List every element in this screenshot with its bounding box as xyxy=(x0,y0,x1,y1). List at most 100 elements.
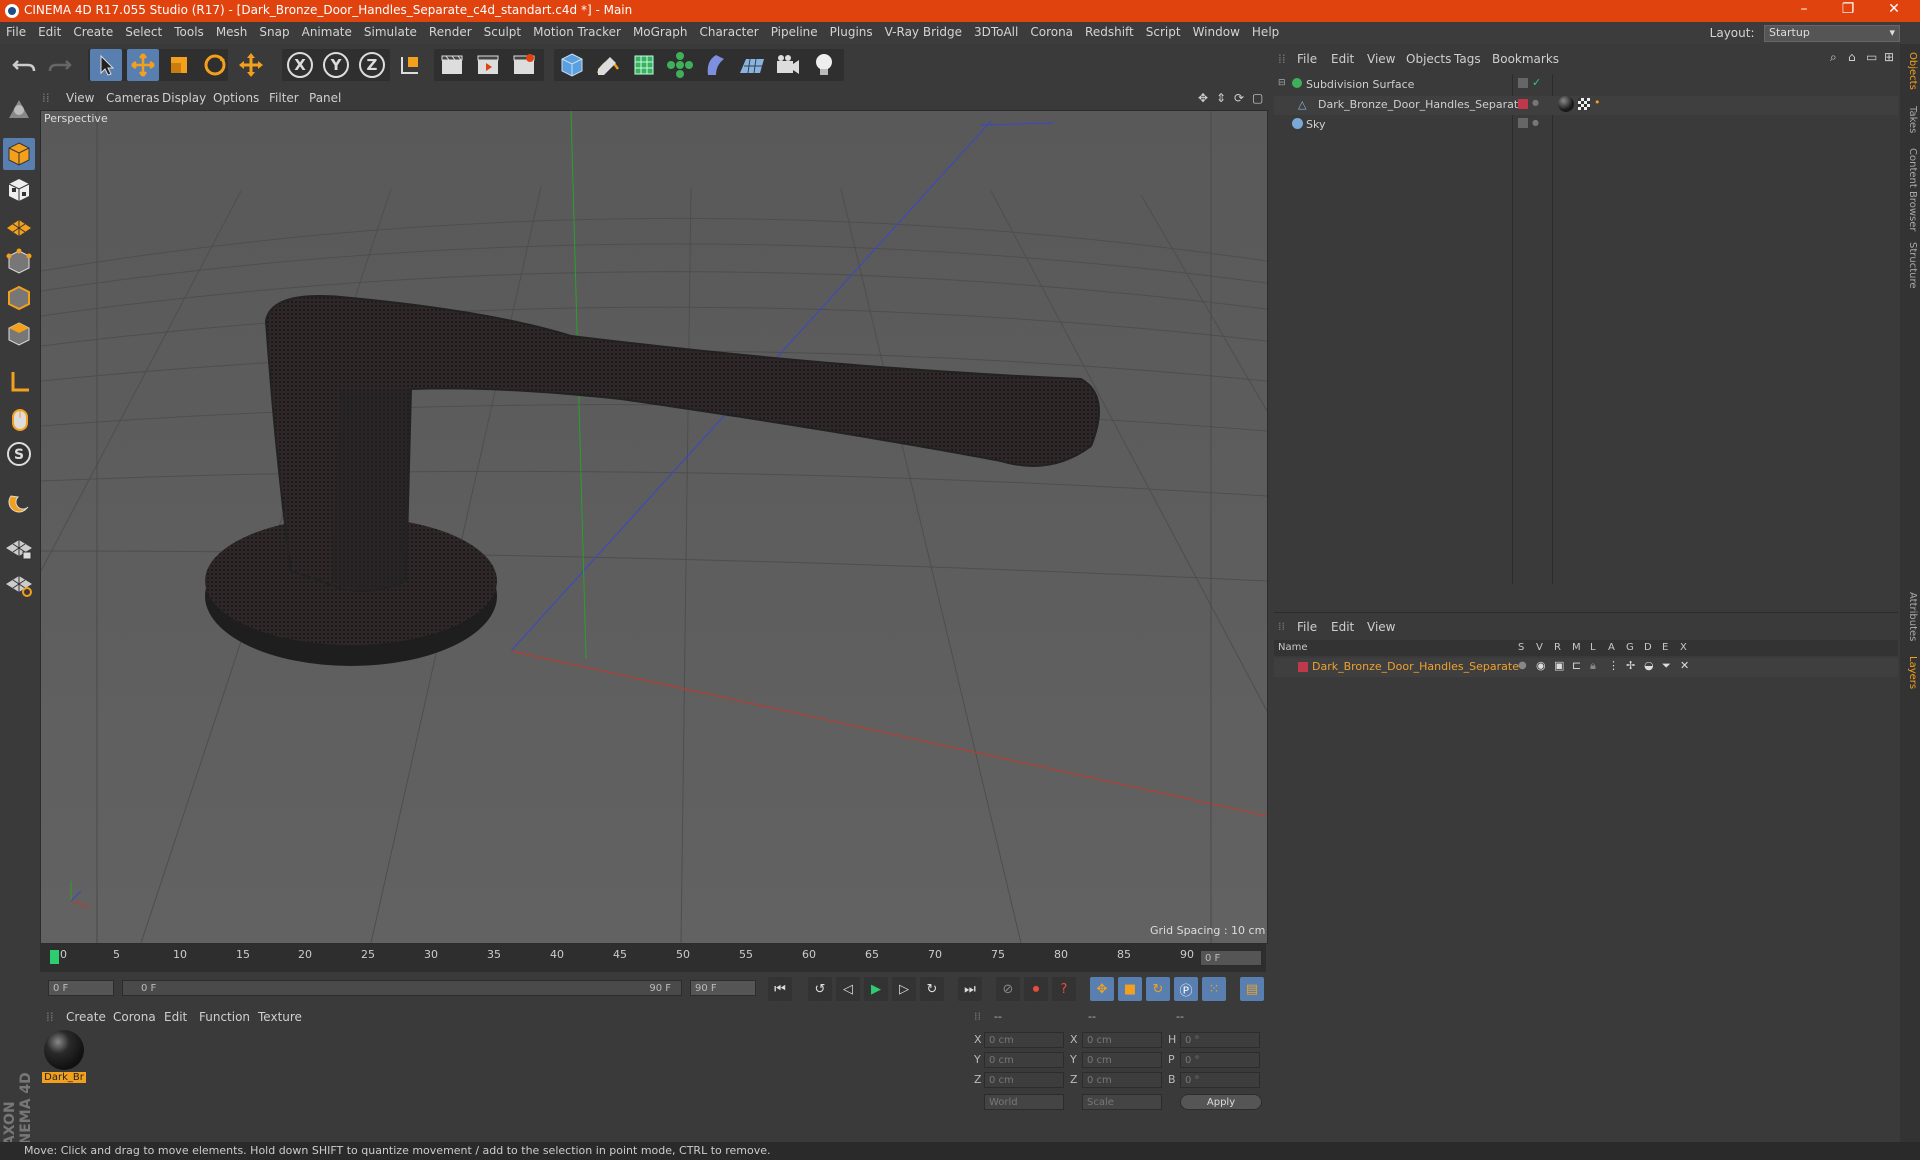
light-button[interactable] xyxy=(808,49,840,81)
layer-menu-edit[interactable]: Edit xyxy=(1331,620,1354,634)
home-icon[interactable]: ⌂ xyxy=(1848,50,1856,64)
key-rotation-button[interactable]: ↻ xyxy=(1146,977,1170,1001)
playhead-marker[interactable] xyxy=(50,950,59,964)
col-name[interactable]: Name xyxy=(1278,642,1308,653)
layer-row[interactable]: Dark_Bronze_Door_Handles_Separate ● ◉ ▣ … xyxy=(1274,658,1898,677)
phong-tag-icon[interactable]: • xyxy=(1594,96,1601,109)
x-axis-lock-button[interactable]: X xyxy=(284,49,316,81)
cube-object-button[interactable] xyxy=(556,49,588,81)
col-animation[interactable]: A xyxy=(1608,642,1615,653)
polygons-mode-button[interactable] xyxy=(3,318,35,350)
object-menu-view[interactable]: View xyxy=(1367,52,1395,66)
tweak-mode-button[interactable] xyxy=(3,402,35,434)
expression-icon[interactable]: ⏷ xyxy=(1662,659,1671,673)
render-view-button[interactable] xyxy=(436,49,468,81)
edges-mode-button[interactable] xyxy=(3,282,35,314)
layer-tag-icon[interactable] xyxy=(1518,78,1528,88)
render-settings-button[interactable] xyxy=(508,49,540,81)
rotation-h-field[interactable]: 0 ° xyxy=(1180,1032,1260,1048)
search-icon[interactable]: ⌕ xyxy=(1830,50,1837,65)
layer-menu-view[interactable]: View xyxy=(1367,620,1395,634)
go-to-end-button[interactable]: ⏭ xyxy=(958,977,982,1001)
size-y-field[interactable]: 0 cm xyxy=(1082,1052,1162,1068)
menu-create[interactable]: Create xyxy=(67,22,119,44)
viewport-pan-icon[interactable]: ✥ xyxy=(1198,91,1208,105)
rotate-tool-button[interactable] xyxy=(199,49,231,81)
viewport-menu-display[interactable]: Display xyxy=(162,91,206,105)
menu-3dtoall[interactable]: 3DToAll xyxy=(968,22,1024,44)
planar-workplane-button[interactable] xyxy=(3,568,35,600)
menu-vray-bridge[interactable]: V-Ray Bridge xyxy=(879,22,968,44)
model-mode-button[interactable] xyxy=(3,138,35,170)
eye-icon[interactable]: ◉ xyxy=(1536,659,1546,672)
col-render[interactable]: R xyxy=(1554,642,1561,653)
viewport-maximize-icon[interactable]: ▢ xyxy=(1252,91,1263,105)
viewport-menu-view[interactable]: View xyxy=(66,91,94,105)
position-z-field[interactable]: 0 cm xyxy=(984,1072,1064,1088)
key-pla-button[interactable]: ⁙ xyxy=(1202,977,1226,1001)
size-mode-dropdown[interactable]: Scale xyxy=(1082,1094,1162,1110)
max-frame-field[interactable]: 90 F xyxy=(690,980,756,996)
tab-objects[interactable]: Objects xyxy=(1902,52,1918,90)
next-frame-button[interactable]: ▷ xyxy=(892,977,916,1001)
position-x-field[interactable]: 0 cm xyxy=(984,1032,1064,1048)
locked-workplane-button[interactable] xyxy=(3,532,35,564)
previous-frame-button[interactable]: ◁ xyxy=(836,977,860,1001)
xref-icon[interactable]: ✕ xyxy=(1680,659,1689,672)
material-menu-corona[interactable]: Corona xyxy=(113,1010,156,1024)
undo-button[interactable] xyxy=(8,49,40,81)
close-button[interactable]: ✕ xyxy=(1874,1,1914,17)
lock-icon[interactable]: 🔒︎ xyxy=(1590,659,1596,673)
menu-file[interactable]: File xyxy=(0,22,32,44)
object-menu-bookmarks[interactable]: Bookmarks xyxy=(1492,52,1559,66)
rotation-b-field[interactable]: 0 ° xyxy=(1180,1072,1260,1088)
timeline-ruler[interactable]: 0 5 10 15 20 25 30 35 40 45 50 55 60 65 … xyxy=(40,944,1266,972)
apply-button[interactable]: Apply xyxy=(1180,1094,1262,1110)
select-tool-button[interactable] xyxy=(90,49,122,81)
expand-icon[interactable]: ⊞ xyxy=(1884,50,1894,64)
object-name[interactable]: Subdivision Surface xyxy=(1306,78,1414,91)
floor-button[interactable] xyxy=(736,49,768,81)
key-scale-button[interactable]: ■ xyxy=(1118,977,1142,1001)
viewport-menu-filter[interactable]: Filter xyxy=(269,91,299,105)
solo-dot-icon[interactable]: ● xyxy=(1518,660,1527,671)
animation-icon[interactable]: ⋮ xyxy=(1608,659,1619,672)
object-row[interactable]: Sky ● xyxy=(1274,116,1898,135)
viewport-orbit-icon[interactable]: ⟳ xyxy=(1234,91,1244,105)
object-menu-file[interactable]: File xyxy=(1297,52,1317,66)
material-menu-texture[interactable]: Texture xyxy=(258,1010,302,1024)
redo-button[interactable] xyxy=(44,49,76,81)
move-tool-button[interactable] xyxy=(127,49,159,81)
layer-color-icon[interactable] xyxy=(1518,99,1528,109)
tab-structure[interactable]: Structure xyxy=(1902,242,1918,289)
minimize-button[interactable]: – xyxy=(1784,1,1824,17)
layout-dropdown[interactable]: Startup xyxy=(1764,25,1900,42)
material-menu-function[interactable]: Function xyxy=(199,1010,250,1024)
viewport-menu-options[interactable]: Options xyxy=(213,91,259,105)
menu-corona[interactable]: Corona xyxy=(1024,22,1079,44)
play-button[interactable]: ▶ xyxy=(864,977,888,1001)
last-tool-button[interactable] xyxy=(235,49,267,81)
menu-snap[interactable]: Snap xyxy=(253,22,295,44)
generator-icon[interactable]: ✢ xyxy=(1626,659,1635,672)
layer-tag-icon[interactable] xyxy=(1518,118,1528,128)
workplane-mode-button[interactable] xyxy=(3,210,35,242)
material-tag-icon[interactable] xyxy=(1558,96,1574,112)
col-locked[interactable]: L xyxy=(1590,642,1596,653)
col-manager[interactable]: M xyxy=(1572,642,1581,653)
object-row[interactable]: ⊟ Subdivision Surface ✓ xyxy=(1274,76,1898,95)
restore-button[interactable]: ❐ xyxy=(1828,1,1868,17)
menu-select[interactable]: Select xyxy=(119,22,168,44)
viewport-dolly-icon[interactable]: ⇕ xyxy=(1216,91,1226,105)
menu-pipeline[interactable]: Pipeline xyxy=(765,22,824,44)
scale-tool-button[interactable] xyxy=(163,49,195,81)
menu-script[interactable]: Script xyxy=(1140,22,1187,44)
tab-takes[interactable]: Takes xyxy=(1902,106,1918,133)
manager-icon[interactable]: ⊏ xyxy=(1572,659,1581,672)
render-icon[interactable]: ▣ xyxy=(1554,659,1564,672)
visibility-dots-icon[interactable]: ● xyxy=(1532,98,1539,107)
object-name[interactable]: Sky xyxy=(1306,118,1325,131)
layer-menu-file[interactable]: File xyxy=(1297,620,1317,634)
go-to-start-button[interactable]: ⏮ xyxy=(768,977,792,1001)
camera-button[interactable] xyxy=(772,49,804,81)
